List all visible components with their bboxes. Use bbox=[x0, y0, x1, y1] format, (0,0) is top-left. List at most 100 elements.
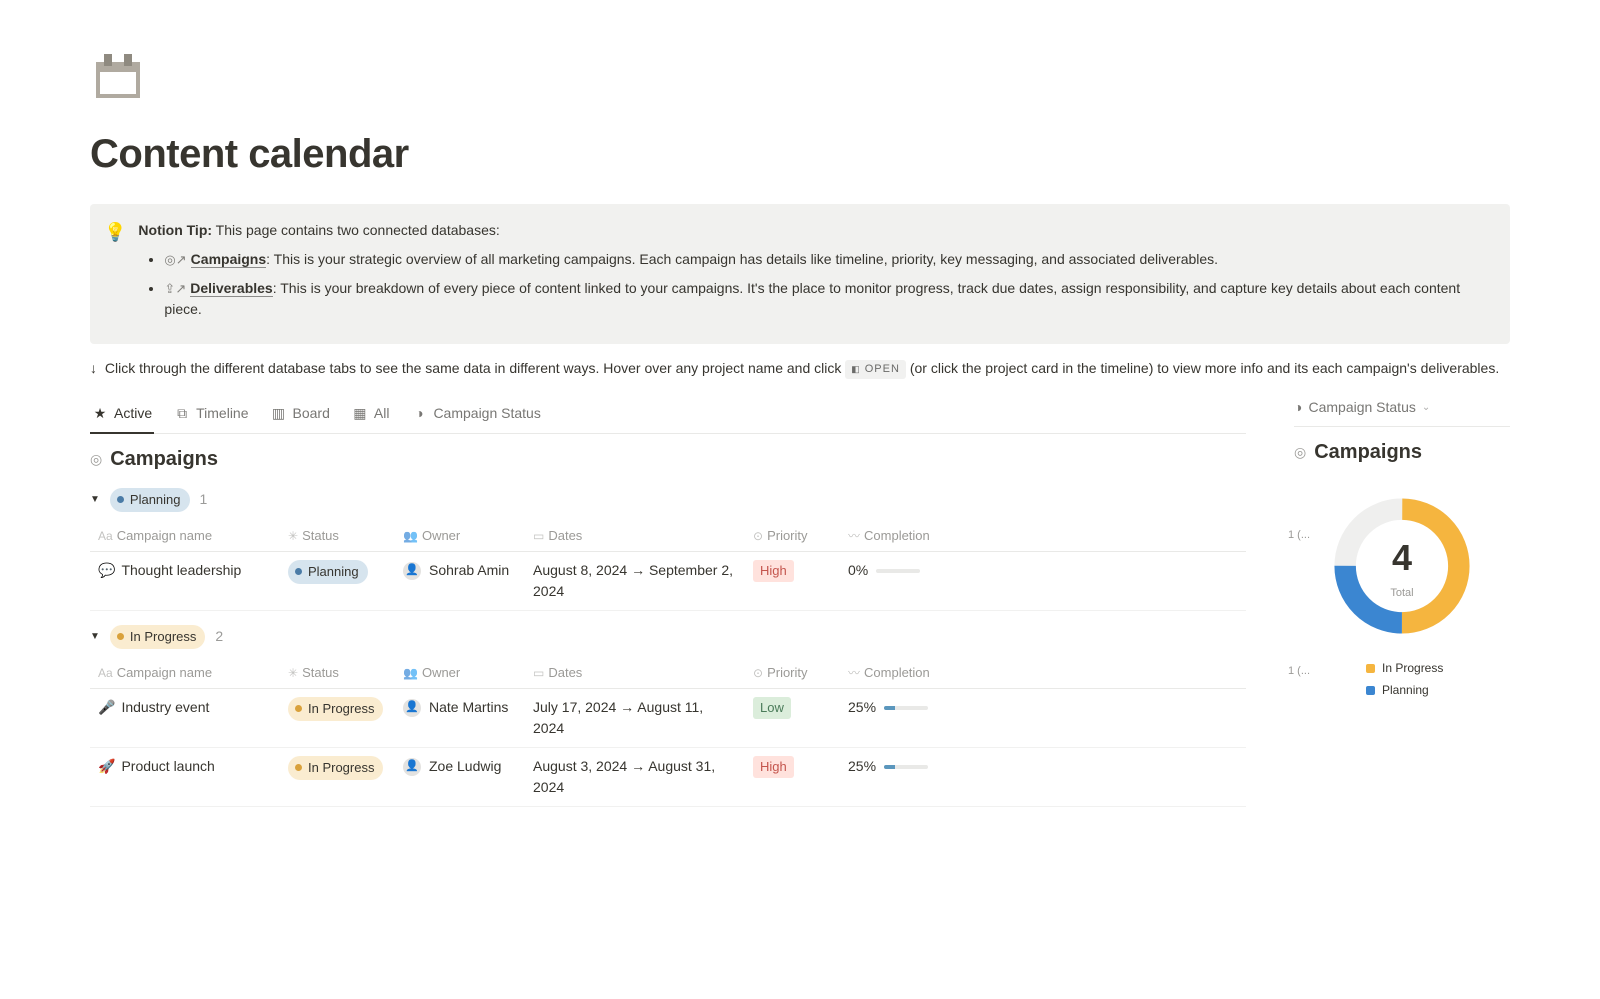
callout-lead: Notion Tip: This page contains two conne… bbox=[138, 222, 499, 238]
callout-item-text: : This is your breakdown of every piece … bbox=[164, 280, 1460, 317]
timeline-icon: ⧉ bbox=[174, 406, 190, 422]
status-pill: Planning bbox=[110, 488, 190, 512]
hint-text: ↓ Click through the different database t… bbox=[90, 358, 1510, 379]
db-title-row[interactable]: ◎ Campaigns bbox=[90, 444, 1246, 474]
table-row[interactable]: 💬 Thought leadership Planning 👤 Sohrab Amin A… bbox=[90, 552, 1246, 611]
open-mini-icon: ◧ bbox=[851, 363, 861, 377]
donut-total-value: 4 bbox=[1392, 531, 1412, 585]
people-icon: 👥 bbox=[403, 666, 418, 680]
select-icon: ⊙ bbox=[753, 666, 763, 680]
row-emoji-icon: 🎤 bbox=[98, 699, 115, 715]
page-link-icon: ⇪↗ bbox=[164, 281, 186, 296]
campaign-name: Industry event bbox=[121, 699, 209, 715]
callout-link[interactable]: Campaigns bbox=[191, 251, 266, 268]
right-db-title-row[interactable]: ◎ Campaigns bbox=[1294, 437, 1510, 467]
status-pill: In Progress bbox=[288, 756, 383, 780]
donut-label-1: 1 (... bbox=[1288, 527, 1310, 544]
board-icon: ▥ bbox=[271, 406, 287, 422]
view-tab-all[interactable]: ▦ All bbox=[350, 397, 392, 434]
view-tab-label: All bbox=[374, 403, 390, 424]
toggle-icon[interactable]: ▼ bbox=[90, 629, 100, 644]
status-pill: In Progress bbox=[288, 697, 383, 721]
page-icon[interactable] bbox=[90, 48, 146, 104]
progress-bar bbox=[876, 569, 920, 573]
owner-name: Nate Martins bbox=[429, 697, 508, 718]
owner-name: Sohrab Amin bbox=[429, 560, 509, 581]
priority-tag: High bbox=[753, 756, 794, 778]
status-pill: Planning bbox=[288, 560, 368, 584]
avatar: 👤 bbox=[403, 699, 421, 717]
legend-label: Planning bbox=[1382, 681, 1429, 699]
view-tab-label: Campaign Status bbox=[433, 403, 540, 424]
lightbulb-icon: 💡 bbox=[104, 220, 126, 328]
group-header[interactable]: ▼ In Progress 2 bbox=[90, 625, 1246, 649]
tip-callout: 💡 Notion Tip: This page contains two con… bbox=[90, 204, 1510, 344]
legend-item: Planning bbox=[1294, 681, 1510, 699]
page-title: Content calendar bbox=[90, 124, 1510, 184]
calendar-icon: ▭ bbox=[533, 529, 544, 543]
clock-icon: ◑ bbox=[1294, 397, 1302, 418]
status-icon: ✳︎ bbox=[288, 666, 298, 680]
arrow-down-icon: ↓ bbox=[90, 360, 97, 376]
priority-tag: High bbox=[753, 560, 794, 582]
campaign-name: Thought leadership bbox=[121, 562, 241, 578]
legend-item: In Progress bbox=[1294, 659, 1510, 677]
avatar: 👤 bbox=[403, 562, 421, 580]
callout-link[interactable]: Deliverables bbox=[190, 280, 273, 297]
view-tab-label: Board bbox=[293, 403, 330, 424]
group-count: 2 bbox=[215, 626, 223, 647]
campaign-name: Product launch bbox=[121, 758, 214, 774]
group-header[interactable]: ▼ Planning 1 bbox=[90, 488, 1246, 512]
owner-name: Zoe Ludwig bbox=[429, 756, 501, 777]
select-icon: ⊙ bbox=[753, 529, 763, 543]
completion-value: 0% bbox=[848, 560, 868, 581]
group-count: 1 bbox=[200, 489, 208, 510]
donut-label-2: 1 (... bbox=[1288, 663, 1310, 680]
priority-tag: Low bbox=[753, 697, 791, 719]
avatar: 👤 bbox=[403, 758, 421, 776]
view-tab-board[interactable]: ▥ Board bbox=[269, 397, 332, 434]
callout-item: ⇪↗ Deliverables: This is your breakdown o… bbox=[164, 278, 1492, 320]
completion-value: 25% bbox=[848, 697, 876, 718]
view-tab-campaign-status[interactable]: ◑ Campaign Status bbox=[409, 397, 542, 434]
legend-swatch bbox=[1366, 664, 1375, 673]
target-icon: ◎ bbox=[1294, 442, 1306, 463]
right-db-title: Campaigns bbox=[1314, 437, 1422, 467]
view-tab-active[interactable]: ★ Active bbox=[90, 397, 154, 434]
view-tab-label: Active bbox=[114, 403, 152, 424]
progress-bar bbox=[884, 706, 928, 710]
dates-cell: July 17, 2024 → August 11, 2024 bbox=[525, 689, 745, 748]
dates-cell: August 3, 2024 → August 31, 2024 bbox=[525, 748, 745, 807]
callout-item: ◎↗ Campaigns: This is your strategic over… bbox=[164, 249, 1492, 270]
toggle-icon[interactable]: ▼ bbox=[90, 492, 100, 507]
legend-label: In Progress bbox=[1382, 659, 1443, 677]
text-icon: Aa bbox=[98, 529, 113, 543]
view-tab-timeline[interactable]: ⧉ Timeline bbox=[172, 397, 250, 434]
campaigns-table: AaCampaign name✳︎Status👥Owner▭Dates⊙Prio… bbox=[90, 657, 1246, 808]
right-view-tab[interactable]: ◑ Campaign Status ⌄ bbox=[1294, 397, 1510, 427]
callout-item-text: : This is your strategic overview of all… bbox=[266, 251, 1218, 267]
table-row[interactable]: 🚀 Product launch In Progress 👤 Zoe Ludwig Aug… bbox=[90, 748, 1246, 807]
campaigns-table: AaCampaign name✳︎Status👥Owner▭Dates⊙Prio… bbox=[90, 520, 1246, 612]
dates-cell: August 8, 2024 → September 2, 2024 bbox=[525, 552, 745, 611]
clock-icon: ◑ bbox=[411, 406, 427, 422]
open-chip: ◧ OPEN bbox=[845, 360, 906, 379]
star-icon: ★ bbox=[92, 406, 108, 422]
people-icon: 👥 bbox=[403, 529, 418, 543]
table-row[interactable]: 🎤 Industry event In Progress 👤 Nate Martins J… bbox=[90, 689, 1246, 748]
view-tabs: ★ Active ⧉ Timeline ▥ Board ▦ All ◑ Campaign Stat… bbox=[90, 397, 1246, 434]
text-icon: Aa bbox=[98, 666, 113, 680]
target-icon: ◎ bbox=[90, 449, 102, 470]
donut-total-label: Total bbox=[1390, 585, 1413, 602]
table-icon: ▦ bbox=[352, 406, 368, 422]
row-emoji-icon: 💬 bbox=[98, 562, 115, 578]
db-title: Campaigns bbox=[110, 444, 218, 474]
row-emoji-icon: 🚀 bbox=[98, 758, 115, 774]
formula-icon: 〰 bbox=[848, 529, 860, 543]
status-icon: ✳︎ bbox=[288, 529, 298, 543]
view-tab-label: Timeline bbox=[196, 403, 248, 424]
legend-swatch bbox=[1366, 686, 1375, 695]
chart-legend: In Progress Planning bbox=[1294, 659, 1510, 699]
page-link-icon: ◎↗ bbox=[164, 252, 186, 267]
status-pill: In Progress bbox=[110, 625, 205, 649]
